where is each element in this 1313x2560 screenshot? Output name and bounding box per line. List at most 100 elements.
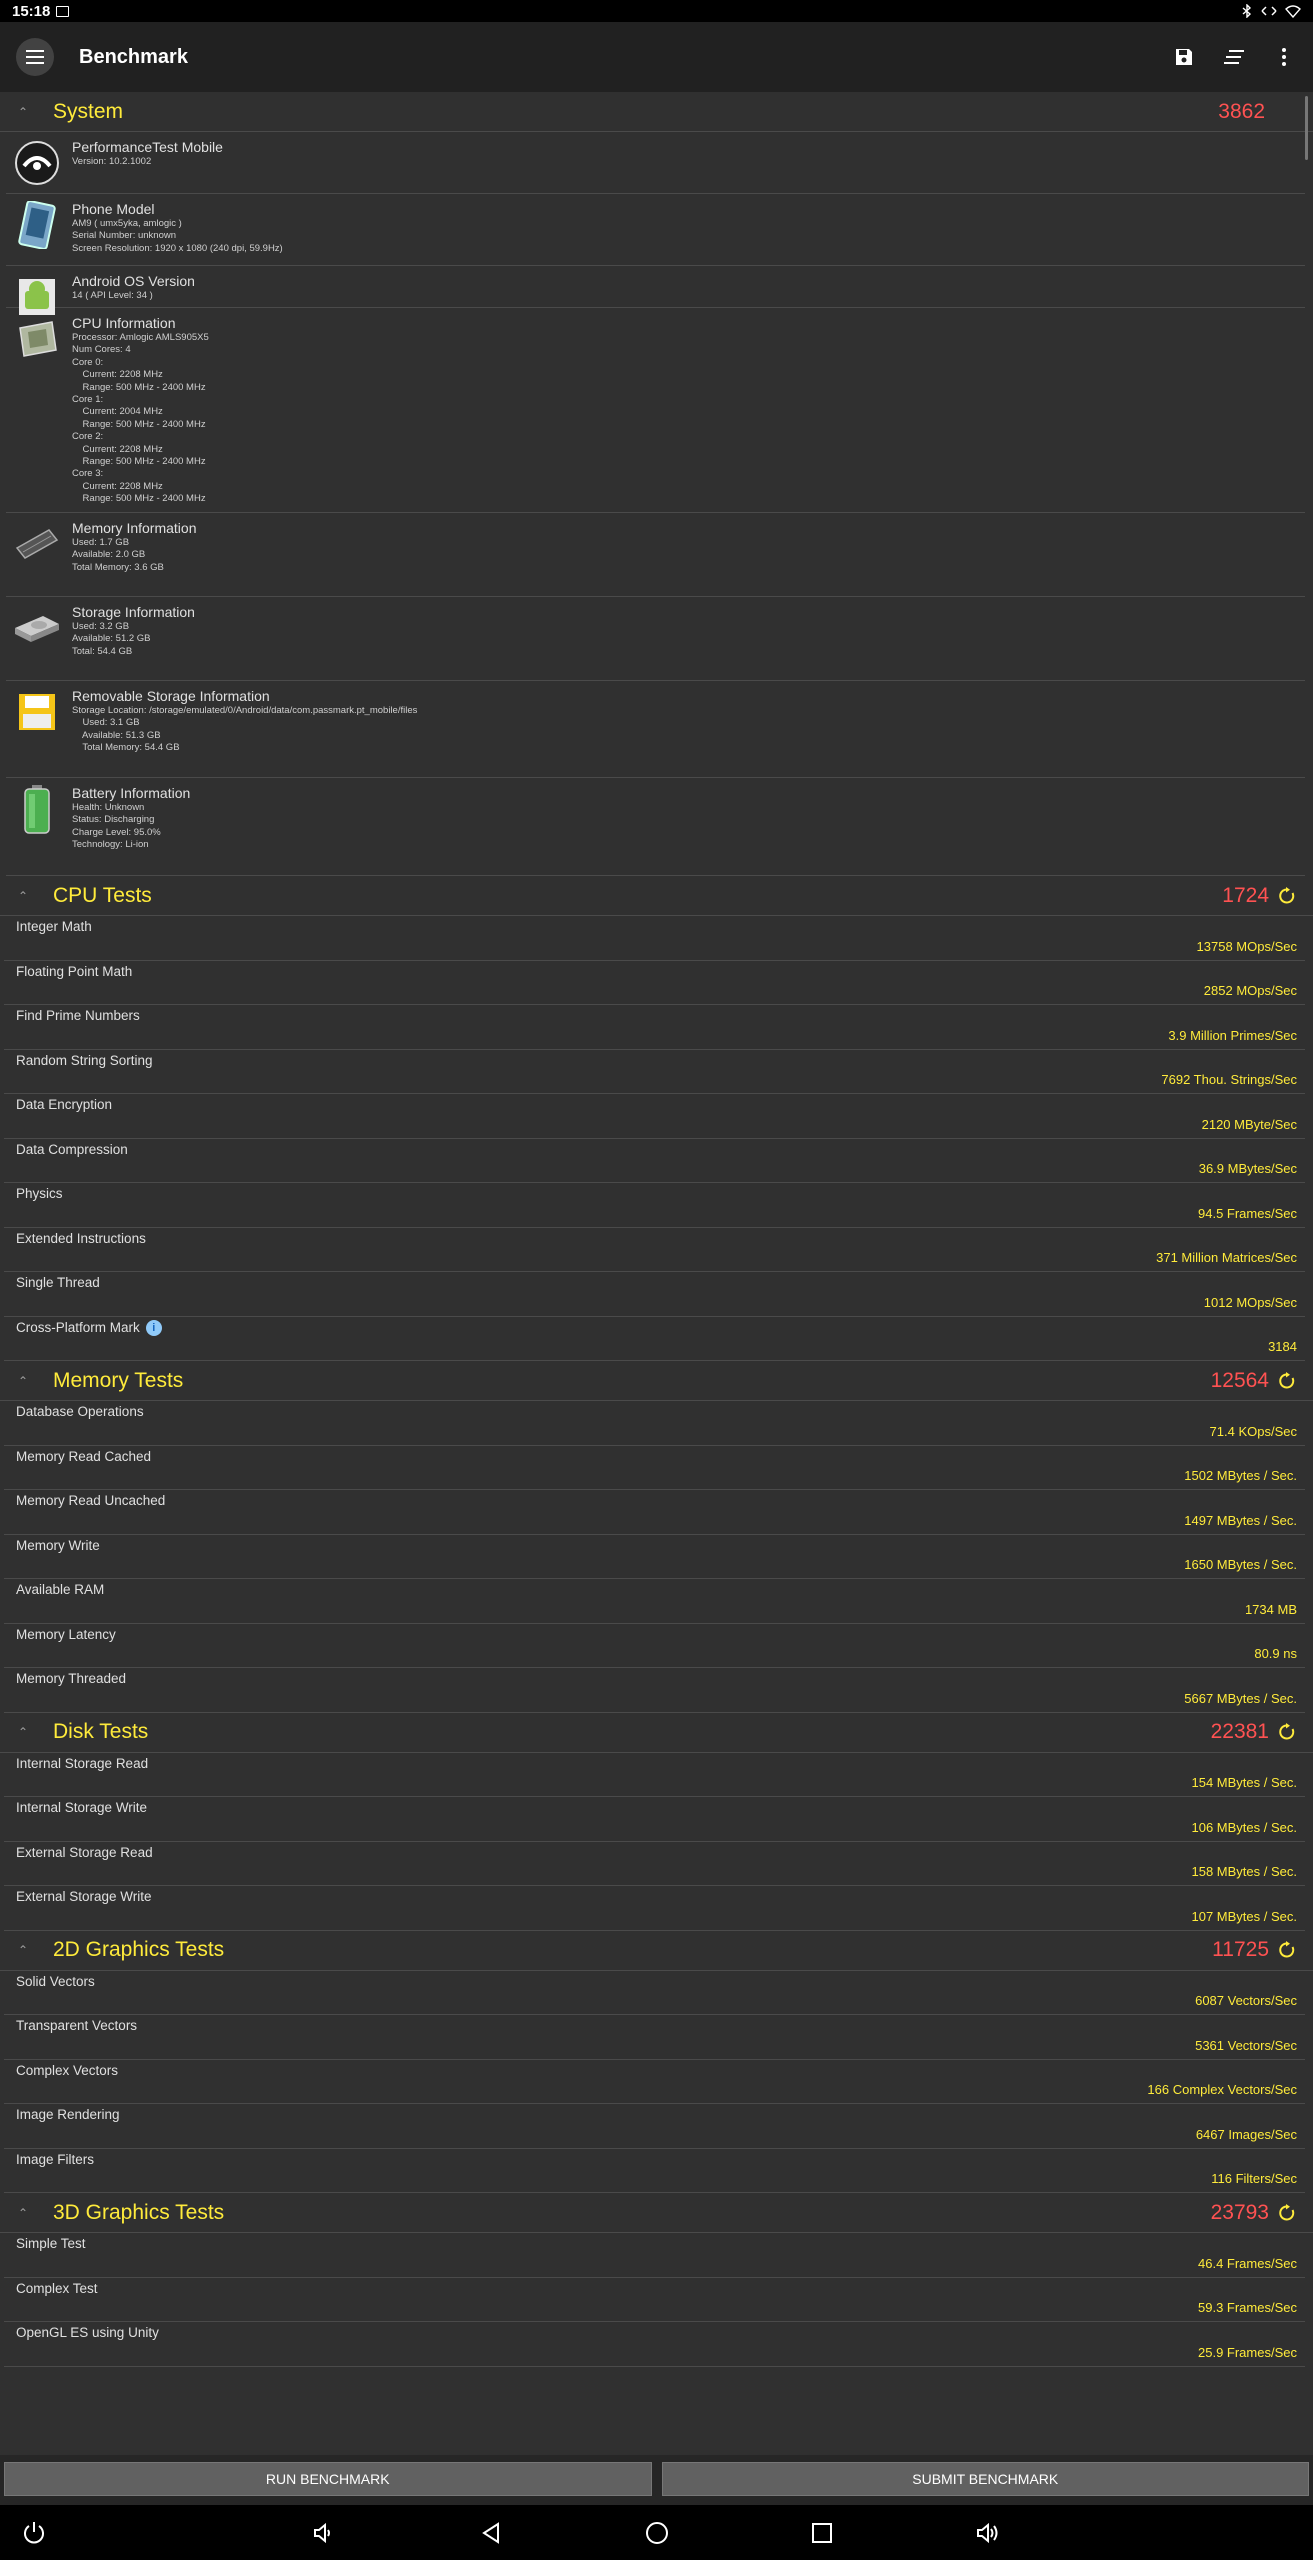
rerun-button[interactable] xyxy=(1277,1371,1297,1391)
system-info-detail: Used: 1.7 GB xyxy=(72,537,130,548)
test-row[interactable]: Available RAM 1734 MB xyxy=(4,1579,1305,1624)
section-header-disk[interactable]: ⌃ Disk Tests 22381 xyxy=(0,1713,1313,1753)
test-value: 1012 MOps/Sec xyxy=(1203,1294,1297,1310)
menu-button[interactable] xyxy=(16,38,54,76)
test-name: External Storage Read xyxy=(16,1845,153,1860)
system-info-detail: Health: Unknown xyxy=(72,802,145,813)
test-name: Random String Sorting xyxy=(16,1053,153,1068)
sort-button[interactable] xyxy=(1221,44,1247,70)
system-info-detail: Available: 51.3 GB xyxy=(72,729,161,741)
test-row[interactable]: Cross-Platform Mark i 3184 xyxy=(4,1317,1305,1361)
test-name-label: Complex Vectors xyxy=(16,2062,119,2078)
submit-benchmark-button[interactable]: SUBMIT BENCHMARK xyxy=(661,2462,1309,2496)
section-score: 12564 xyxy=(1210,1368,1269,1392)
chevron-up-icon: ⌃ xyxy=(17,1373,29,1388)
test-name-label: OpenGL ES using Unity xyxy=(16,2325,159,2340)
test-row[interactable]: OpenGL ES using Unity 25.9 Frames/Sec xyxy=(4,2322,1305,2367)
save-button[interactable] xyxy=(1171,44,1197,70)
test-value: 154 MBytes / Sec. xyxy=(1191,1775,1298,1790)
test-row[interactable]: Memory Read Cached 1502 MBytes / Sec. xyxy=(4,1446,1305,1490)
wifi-icon xyxy=(1285,4,1301,18)
test-row[interactable]: External Storage Read 158 MBytes / Sec. xyxy=(4,1842,1305,1886)
rerun-button[interactable] xyxy=(1277,886,1297,906)
test-row[interactable]: Database Operations 71.4 KOps/Sec xyxy=(4,1401,1305,1446)
test-value: 5361 Vectors/Sec xyxy=(1195,2037,1297,2053)
test-row[interactable]: Extended Instructions 371 Million Matrice… xyxy=(4,1228,1305,1272)
test-value: 106 MBytes / Sec. xyxy=(1191,1819,1298,1835)
test-name: OpenGL ES using Unity xyxy=(16,2325,159,2340)
test-value: 1734 MB xyxy=(1244,1601,1297,1617)
system-info-detail: Status: Discharging xyxy=(72,814,155,826)
test-row[interactable]: Simple Test 46.4 Frames/Sec xyxy=(4,2233,1305,2278)
test-row[interactable]: Internal Storage Write 106 MBytes / Sec. xyxy=(4,1797,1305,1842)
run-benchmark-button[interactable]: RUN BENCHMARK xyxy=(4,2462,652,2496)
system-info-item: Phone Model AM9 ( umx5yka, amlogic ) Seria… xyxy=(6,194,1305,266)
test-value: 6087 Vectors/Sec xyxy=(1195,1993,1297,2008)
test-value: 2852 MOps/Sec xyxy=(1203,983,1297,998)
section-title: CPU Tests xyxy=(53,883,152,907)
test-name: Floating Point Math xyxy=(16,964,132,979)
home-button[interactable] xyxy=(642,2518,672,2548)
section-score: 22381 xyxy=(1210,1720,1269,1743)
test-name-label: Physics xyxy=(16,1186,63,1201)
system-info-detail: Current: 2208 MHz xyxy=(72,480,163,492)
recents-icon xyxy=(812,2523,832,2543)
section-header-graphics3d[interactable]: ⌃ 3D Graphics Tests 23793 xyxy=(0,2193,1313,2233)
info-icon[interactable]: i xyxy=(145,1319,162,1336)
test-row[interactable]: Image Rendering 6467 Images/Sec xyxy=(4,2104,1305,2149)
results-list[interactable]: ⌃ System 3862 PerformanceTest Mobile Vers… xyxy=(0,92,1313,2455)
test-value: 371 Million Matrices/Sec xyxy=(1156,1250,1297,1265)
test-name-label: Memory Latency xyxy=(16,1626,116,1642)
test-name-label: Data Encryption xyxy=(16,1097,113,1112)
test-row[interactable]: Floating Point Math 2852 MOps/Sec xyxy=(4,961,1305,1005)
system-info-detail: Used: 3.1 GB xyxy=(72,717,140,729)
app-title: Benchmark xyxy=(79,45,188,68)
test-name: Complex Vectors xyxy=(16,2063,118,2078)
test-row[interactable]: Integer Math 13758 MOps/Sec xyxy=(4,916,1305,961)
sort-icon xyxy=(1224,50,1244,64)
section-title: 3D Graphics Tests xyxy=(53,2200,225,2224)
test-name-label: Extended Instructions xyxy=(16,1230,146,1246)
section-header-cpu[interactable]: ⌃ CPU Tests 1724 xyxy=(0,876,1313,916)
test-row[interactable]: Memory Latency 80.9 ns xyxy=(4,1624,1305,1668)
test-row[interactable]: Find Prime Numbers 3.9 Million Primes/Sec xyxy=(4,1005,1305,1050)
test-row[interactable]: Single Thread 1012 MOps/Sec xyxy=(4,1272,1305,1317)
test-name-label: Database Operations xyxy=(16,1404,144,1419)
system-info-detail: Range: 500 MHz - 2400 MHz xyxy=(72,456,206,468)
sd-card-icon xyxy=(12,687,62,737)
test-row[interactable]: Transparent Vectors 5361 Vectors/Sec xyxy=(4,2015,1305,2060)
overflow-menu-button[interactable] xyxy=(1271,44,1297,70)
power-button[interactable] xyxy=(19,2518,49,2548)
test-row[interactable]: External Storage Write 107 MBytes / Sec. xyxy=(4,1886,1305,1931)
volume-up-button[interactable] xyxy=(973,2518,1003,2548)
scrollbar[interactable] xyxy=(1305,96,1308,160)
test-row[interactable]: Data Compression 36.9 MBytes/Sec xyxy=(4,1139,1305,1183)
test-row[interactable]: Random String Sorting 7692 Thou. Strings/… xyxy=(4,1050,1305,1094)
test-row[interactable]: Internal Storage Read 154 MBytes / Sec. xyxy=(4,1753,1305,1797)
test-row[interactable]: Complex Vectors 166 Complex Vectors/Sec xyxy=(4,2060,1305,2104)
section-header-memory[interactable]: ⌃ Memory Tests 12564 xyxy=(0,1361,1313,1401)
back-button[interactable] xyxy=(476,2518,506,2548)
refresh-icon xyxy=(1279,886,1295,903)
test-row[interactable]: Complex Test 59.3 Frames/Sec xyxy=(4,2278,1305,2322)
rerun-button[interactable] xyxy=(1277,2203,1297,2223)
section-header-graphics2d[interactable]: ⌃ 2D Graphics Tests 11725 xyxy=(0,1931,1313,1971)
test-row[interactable]: Memory Threaded 5667 MBytes / Sec. xyxy=(4,1668,1305,1713)
test-row[interactable]: Physics 94.5 Frames/Sec xyxy=(4,1183,1305,1228)
system-info-item: Storage Information Used: 3.2 GB Available… xyxy=(6,597,1305,681)
test-row[interactable]: Memory Read Uncached 1497 MBytes / Sec. xyxy=(4,1490,1305,1535)
section-header-system[interactable]: ⌃ System 3862 xyxy=(0,92,1313,132)
system-info-title: Android OS Version xyxy=(72,273,195,289)
test-row[interactable]: Solid Vectors 6087 Vectors/Sec xyxy=(4,1971,1305,2015)
rerun-button[interactable] xyxy=(1277,1940,1297,1960)
test-row[interactable]: Data Encryption 2120 MByte/Sec xyxy=(4,1094,1305,1139)
test-row[interactable]: Memory Write 1650 MBytes / Sec. xyxy=(4,1535,1305,1579)
rerun-button[interactable] xyxy=(1277,1722,1297,1742)
section-score: 1724 xyxy=(1222,883,1269,907)
test-name: Database Operations xyxy=(16,1404,144,1419)
recents-button[interactable] xyxy=(807,2518,837,2548)
bluetooth-icon xyxy=(1242,4,1252,18)
test-value: 25.9 Frames/Sec xyxy=(1198,2344,1297,2360)
test-row[interactable]: Image Filters 116 Filters/Sec xyxy=(4,2149,1305,2193)
volume-down-button[interactable] xyxy=(308,2518,338,2548)
